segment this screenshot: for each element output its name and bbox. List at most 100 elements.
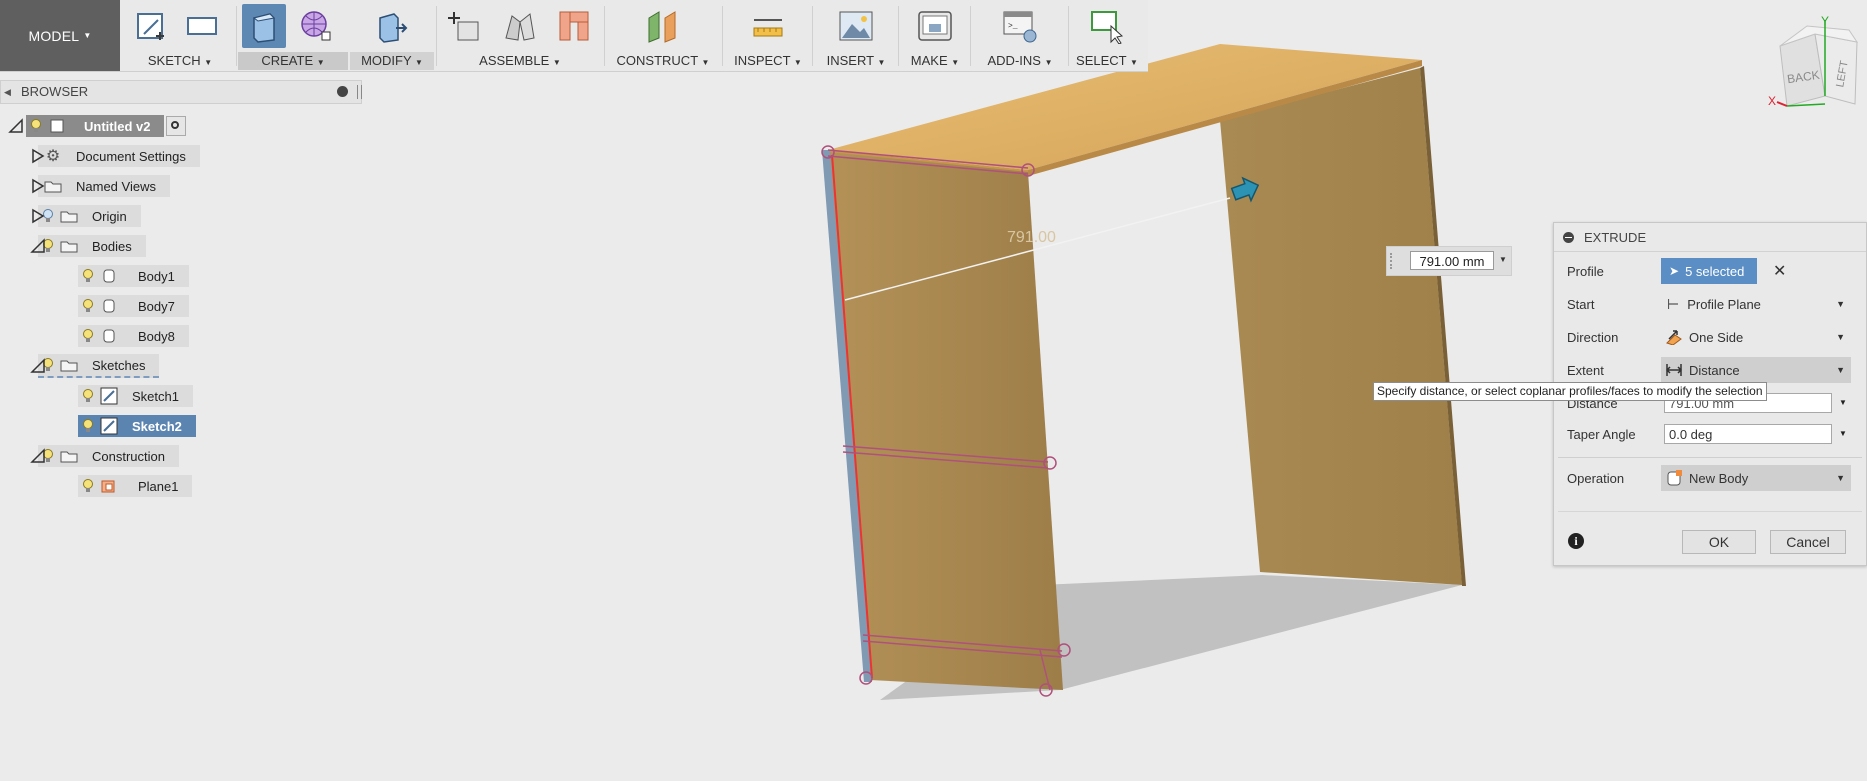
operation-value: New Body [1689, 470, 1749, 486]
operation-dropdown[interactable]: New Body ▼ [1661, 465, 1851, 491]
browser-item-sketch1[interactable]: Sketch1 [78, 385, 193, 407]
minimize-icon[interactable] [337, 86, 348, 97]
form-icon[interactable] [294, 4, 338, 48]
drag-grip-icon[interactable] [1390, 253, 1396, 269]
row-bg: Body8 [78, 325, 189, 347]
browser-item-plane1[interactable]: Plane1 [78, 475, 193, 497]
collapse-triangle-icon[interactable] [30, 358, 46, 374]
create-sketch-icon[interactable] [130, 4, 174, 48]
chevron-down-icon[interactable]: ▼ [1839, 398, 1847, 407]
browser-item-sketch2[interactable]: Sketch2 [78, 415, 196, 437]
scripts-icon[interactable]: >_ [998, 4, 1042, 48]
activate-radio-icon[interactable] [166, 116, 187, 136]
extrude-header[interactable]: EXTRUDE [1554, 223, 1866, 252]
lightbulb-icon[interactable] [30, 119, 42, 133]
modify-menu[interactable]: MODIFY ▼ [350, 52, 434, 70]
row-bg: Sketch1 [78, 385, 193, 407]
inspect-menu[interactable]: INSPECT ▼ [726, 52, 810, 70]
taper-angle-input[interactable]: 0.0 deg [1664, 424, 1832, 444]
as-built-joint-icon[interactable] [552, 4, 596, 48]
add-ins-menu[interactable]: ADD-INS ▼ [974, 52, 1066, 70]
chevron-down-icon: ▼ [83, 31, 92, 40]
measure-icon[interactable] [746, 4, 790, 48]
browser-item-bodies[interactable]: Bodies [30, 235, 146, 257]
lightbulb-icon[interactable] [82, 389, 94, 403]
cancel-button[interactable]: Cancel [1770, 530, 1846, 554]
construct-menu[interactable]: CONSTRUCT ▼ [608, 52, 718, 70]
lightbulb-icon[interactable] [82, 419, 94, 433]
browser-item-label: Body1 [138, 268, 175, 284]
make-menu[interactable]: MAKE ▼ [902, 52, 968, 70]
chevron-down-icon: ▼ [1044, 58, 1053, 67]
dimension-input[interactable]: 791.00 mm [1410, 251, 1494, 270]
expand-triangle-icon[interactable] [30, 208, 46, 224]
minimize-icon[interactable] [1563, 231, 1574, 243]
browser-item-body8[interactable]: Body8 [78, 325, 189, 347]
offset-plane-icon[interactable] [641, 4, 685, 48]
browser-item-named-views[interactable]: Named Views [30, 175, 170, 197]
expand-triangle-icon[interactable] [30, 148, 46, 164]
toolbar-separator [898, 6, 899, 66]
clear-selection-icon[interactable]: ✕ [1773, 261, 1786, 281]
expand-triangle-icon[interactable] [30, 178, 46, 194]
chevron-down-icon: ▼ [415, 58, 423, 67]
start-row: Start ⊢ Profile Plane ▼ [1554, 290, 1866, 318]
browser-item-sketches[interactable]: Sketches [30, 354, 160, 378]
extent-dropdown[interactable]: Distance ▼ [1661, 357, 1851, 383]
new-component-icon[interactable] [444, 4, 488, 48]
browser-item-body1[interactable]: Body1 [78, 265, 189, 287]
row-bg-selected: Sketch2 [78, 415, 196, 437]
start-dropdown[interactable]: ⊢ Profile Plane ▼ [1661, 291, 1851, 317]
row-bg: Bodies [38, 235, 146, 257]
browser-root-row[interactable]: Untitled v2 [8, 115, 187, 137]
assemble-menu-label: ASSEMBLE [479, 53, 550, 68]
3d-print-icon[interactable] [913, 4, 957, 48]
browser-item-document-settings[interactable]: ⚙ Document Settings [30, 145, 200, 167]
toolbar-separator [236, 6, 237, 66]
create-menu[interactable]: CREATE ▼ [238, 52, 348, 70]
select-menu[interactable]: SELECT ▼ [1072, 52, 1142, 70]
ok-button[interactable]: OK [1682, 530, 1756, 554]
rectangle-icon[interactable] [180, 4, 224, 48]
browser-item-origin[interactable]: Origin [30, 205, 141, 227]
start-value: Profile Plane [1687, 296, 1761, 312]
lightbulb-icon[interactable] [82, 479, 94, 493]
gear-icon: ⚙ [45, 148, 61, 165]
chevron-down-icon[interactable]: ▼ [1839, 429, 1847, 438]
sketch-menu[interactable]: SKETCH ▼ [126, 52, 234, 70]
distance-icon [1665, 362, 1683, 378]
viewcube[interactable]: BACK LEFT X Y [1765, 14, 1865, 116]
row-bg: Construction [38, 445, 179, 467]
chevron-down-icon: ▼ [877, 58, 886, 67]
joint-icon[interactable] [498, 4, 542, 48]
browser-item-label: Body7 [138, 298, 175, 314]
extrude-icon[interactable] [242, 4, 286, 48]
collapse-left-icon[interactable]: ◀ [4, 81, 11, 103]
row-bg: ⚙ Document Settings [38, 145, 200, 167]
browser-item-construction[interactable]: Construction [30, 445, 179, 467]
select-icon[interactable] [1085, 4, 1129, 48]
collapse-triangle-icon[interactable] [30, 238, 46, 254]
collapse-triangle-icon[interactable] [30, 448, 46, 464]
assemble-menu[interactable]: ASSEMBLE ▼ [440, 52, 600, 70]
dimension-dropdown-icon[interactable]: ▼ [1499, 255, 1507, 264]
profile-selector[interactable]: ➤ 5 selected [1661, 258, 1757, 284]
info-icon[interactable]: i [1568, 533, 1584, 549]
lightbulb-icon[interactable] [82, 299, 94, 313]
lightbulb-icon[interactable] [82, 329, 94, 343]
profile-plane-icon: ⊢ [1667, 295, 1680, 312]
browser-item-label: Sketches [92, 357, 146, 373]
browser-header[interactable]: ◀ BROWSER [0, 80, 362, 104]
direction-dropdown[interactable]: One Side ▼ [1661, 324, 1851, 350]
one-side-icon [1665, 329, 1683, 345]
workspace-switcher[interactable]: MODEL ▼ [0, 0, 120, 71]
press-pull-icon[interactable] [370, 4, 414, 48]
toolbar-separator [812, 6, 813, 66]
browser-item-body7[interactable]: Body7 [78, 295, 189, 317]
collapse-triangle-icon[interactable] [8, 118, 24, 134]
insert-image-icon[interactable] [834, 4, 878, 48]
panel-grip-icon[interactable] [357, 85, 362, 99]
insert-menu[interactable]: INSERT ▼ [816, 52, 896, 70]
browser-item-label: Origin [92, 208, 127, 224]
lightbulb-icon[interactable] [82, 269, 94, 283]
